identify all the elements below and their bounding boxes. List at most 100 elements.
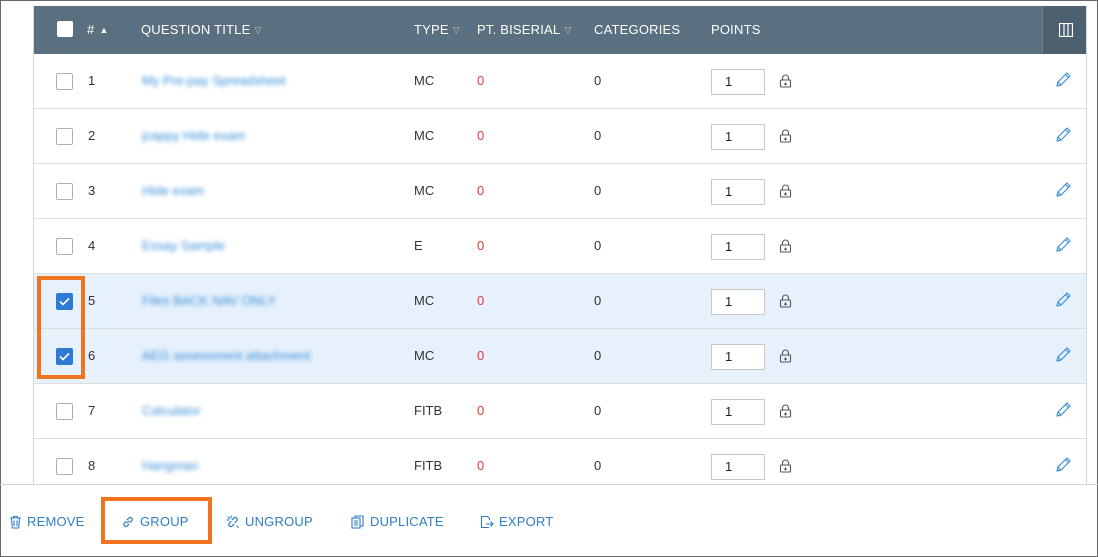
categories-count: 0 <box>594 183 602 198</box>
lock-icon[interactable] <box>779 184 792 203</box>
lock-icon[interactable] <box>779 404 792 423</box>
question-title-link[interactable]: Hide exam <box>142 183 204 198</box>
row-checkbox[interactable] <box>56 458 73 475</box>
row-checkbox[interactable] <box>56 403 73 420</box>
points-input[interactable]: 1 <box>711 179 765 205</box>
sort-icon: ▽ <box>254 25 262 35</box>
highlight-selected-checkboxes <box>37 276 85 379</box>
question-title-link[interactable]: My Pre-pay Spreadsheet <box>142 73 286 88</box>
remove-label: REMOVE <box>27 514 85 529</box>
categories-count: 0 <box>594 73 602 88</box>
ungroup-label: UNGROUP <box>245 514 313 529</box>
question-type: FITB <box>414 458 443 473</box>
edit-pencil-icon[interactable] <box>1054 346 1072 369</box>
lock-icon[interactable] <box>779 129 792 148</box>
duplicate-label: DUPLICATE <box>370 514 444 529</box>
edit-pencil-icon[interactable] <box>1054 291 1072 314</box>
question-title-link[interactable]: Files BACK NAV ONLY <box>142 293 276 308</box>
question-type: MC <box>414 183 435 198</box>
row-number: 1 <box>88 73 96 88</box>
lock-icon[interactable] <box>779 349 792 368</box>
table-header: # ▲ QUESTION TITLE ▽ TYPE ▽ PT. BISERIAL ▽ C… <box>34 6 1086 54</box>
categories-count: 0 <box>594 403 602 418</box>
ungroup-button[interactable]: UNGROUP <box>226 514 313 529</box>
question-type: E <box>414 238 423 253</box>
remove-button[interactable]: REMOVE <box>9 514 85 529</box>
edit-pencil-icon[interactable] <box>1054 181 1072 204</box>
table-row: 6 AEG assessment attachment MC 0 0 1 <box>34 329 1086 384</box>
pt-biserial-header-label: PT. BISERIAL <box>477 22 561 37</box>
lock-icon[interactable] <box>779 459 792 478</box>
pt-biserial-value: 0 <box>477 238 485 253</box>
pt-biserial-value: 0 <box>477 183 485 198</box>
table-row: 8 Hangman FITB 0 0 1 <box>34 439 1086 484</box>
points-input[interactable]: 1 <box>711 69 765 95</box>
column-chooser-button[interactable] <box>1042 6 1086 54</box>
row-checkbox[interactable] <box>56 128 73 145</box>
question-type: MC <box>414 293 435 308</box>
row-checkbox[interactable] <box>56 73 73 90</box>
column-header-type[interactable]: TYPE ▽ <box>414 6 460 54</box>
table-row: 4 Essay Sample E 0 0 1 <box>34 219 1086 274</box>
row-number: 7 <box>88 403 96 418</box>
number-header-label: # <box>87 22 95 37</box>
question-title-cell: Essay Sample <box>126 219 346 273</box>
question-type: MC <box>414 128 435 143</box>
question-title-cell: Hide exam <box>126 164 346 218</box>
question-title-link[interactable]: Hangman <box>142 458 198 473</box>
edit-pencil-icon[interactable] <box>1054 71 1072 94</box>
duplicate-button[interactable]: DUPLICATE <box>351 514 444 529</box>
categories-count: 0 <box>594 238 602 253</box>
lock-icon[interactable] <box>779 74 792 93</box>
points-input[interactable]: 1 <box>711 124 765 150</box>
pt-biserial-value: 0 <box>477 348 485 363</box>
question-title-cell: Calculator <box>126 384 346 438</box>
question-title-link[interactable]: Calculator <box>142 403 201 418</box>
points-input[interactable]: 1 <box>711 289 765 315</box>
pt-biserial-value: 0 <box>477 293 485 308</box>
points-input[interactable]: 1 <box>711 234 765 260</box>
question-title-cell: jcappy Hide exam <box>126 109 346 163</box>
row-checkbox[interactable] <box>56 238 73 255</box>
question-title-link[interactable]: AEG assessment attachment <box>142 348 310 363</box>
edit-pencil-icon[interactable] <box>1054 236 1072 259</box>
column-header-question-title[interactable]: QUESTION TITLE ▽ <box>141 6 262 54</box>
column-header-pt-biserial[interactable]: PT. BISERIAL ▽ <box>477 6 571 54</box>
question-type: MC <box>414 73 435 88</box>
column-header-number[interactable]: # ▲ <box>87 6 109 54</box>
lock-icon[interactable] <box>779 239 792 258</box>
row-number: 6 <box>88 348 96 363</box>
row-checkbox[interactable] <box>56 183 73 200</box>
categories-count: 0 <box>594 128 602 143</box>
type-header-label: TYPE <box>414 22 449 37</box>
question-title-cell: AEG assessment attachment <box>126 329 346 383</box>
points-input[interactable]: 1 <box>711 344 765 370</box>
table-row: 1 My Pre-pay Spreadsheet MC 0 0 1 <box>34 54 1086 109</box>
edit-pencil-icon[interactable] <box>1054 456 1072 479</box>
question-title-link[interactable]: jcappy Hide exam <box>142 128 245 143</box>
select-all-checkbox[interactable] <box>57 21 73 37</box>
sort-icon: ▽ <box>564 25 572 35</box>
points-input[interactable]: 1 <box>711 399 765 425</box>
question-title-link[interactable]: Essay Sample <box>142 238 225 253</box>
highlight-group-button <box>101 497 212 544</box>
sort-icon: ▽ <box>452 25 460 35</box>
unlink-icon <box>226 515 239 528</box>
pt-biserial-value: 0 <box>477 73 485 88</box>
table-row: 5 Files BACK NAV ONLY MC 0 0 1 <box>34 274 1086 329</box>
export-button[interactable]: EXPORT <box>480 514 553 529</box>
categories-count: 0 <box>594 348 602 363</box>
edit-pencil-icon[interactable] <box>1054 401 1072 424</box>
edit-pencil-icon[interactable] <box>1054 126 1072 149</box>
row-number: 2 <box>88 128 96 143</box>
categories-count: 0 <box>594 293 602 308</box>
export-icon <box>480 515 494 529</box>
lock-icon[interactable] <box>779 294 792 313</box>
trash-icon <box>10 515 21 529</box>
export-label: EXPORT <box>499 514 554 529</box>
points-input[interactable]: 1 <box>711 454 765 480</box>
questions-table: # ▲ QUESTION TITLE ▽ TYPE ▽ PT. BISERIAL ▽ C… <box>33 6 1087 484</box>
row-number: 5 <box>88 293 96 308</box>
question-title-cell: Files BACK NAV ONLY <box>126 274 346 328</box>
copy-icon <box>351 515 364 529</box>
